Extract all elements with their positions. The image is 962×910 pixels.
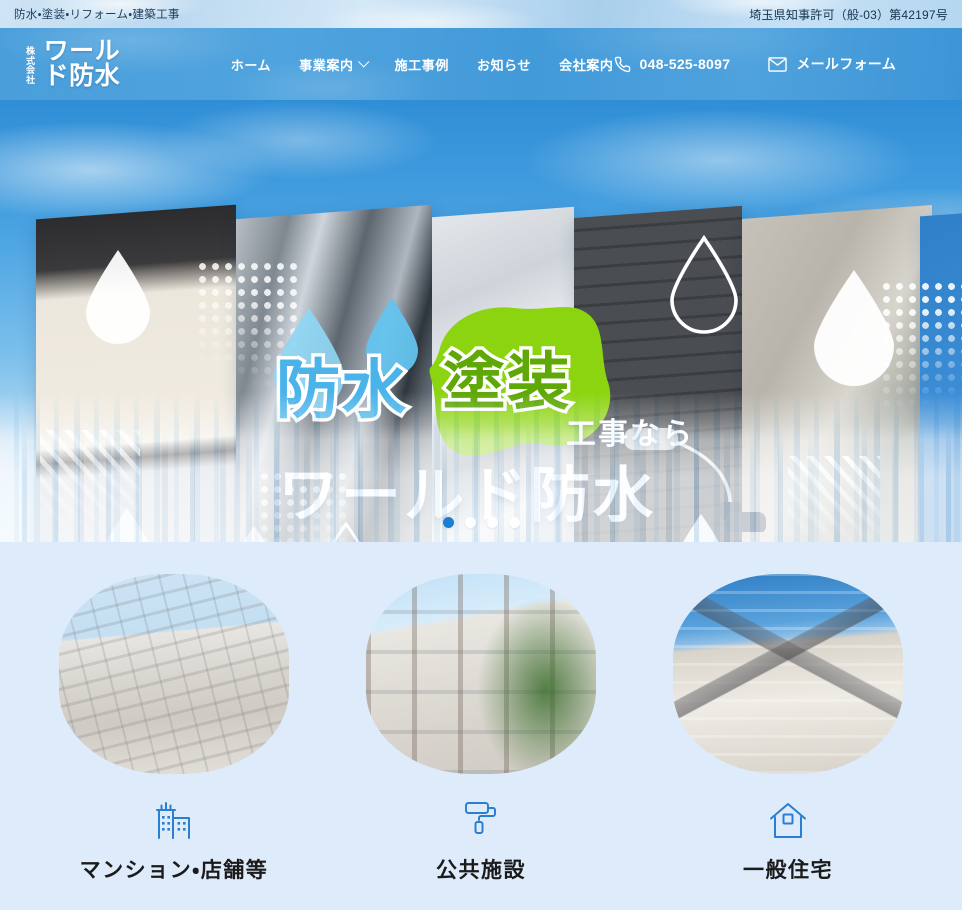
license-number: 埼玉県知事許可（般-03）第42197号	[749, 7, 948, 22]
main-navigation: ホーム 事業案内 施工事例 お知らせ 会社案内	[231, 55, 614, 74]
nav-item-company[interactable]: 会社案内	[559, 55, 613, 74]
service-card-public[interactable]: 公共施設	[351, 574, 611, 884]
hero-image-panels	[20, 204, 962, 542]
site-logo[interactable]: 株式 会社 ワールド防水	[26, 39, 145, 89]
hero-panel-blue	[920, 207, 962, 542]
carousel-dot-4[interactable]	[508, 517, 520, 528]
mail-form-link[interactable]: メールフォーム	[768, 54, 896, 74]
paint-roller-icon	[464, 800, 498, 840]
nav-item-services[interactable]: 事業案内	[299, 55, 369, 74]
service-photo-mansion-detail	[59, 574, 289, 774]
header-contact: 048-525-8097 メールフォーム	[614, 54, 896, 74]
nav-item-home[interactable]: ホーム	[231, 55, 271, 74]
envelope-icon	[768, 56, 788, 72]
logo-prefix-line1: 株式	[26, 46, 36, 66]
hero-panel-wall	[236, 204, 432, 542]
phone-number: 048-525-8097	[639, 56, 731, 72]
page-root: 防水・塗装・リフォーム・建築工事 埼玉県知事許可（般-03）第42197号 株式…	[0, 0, 962, 910]
nav-item-works[interactable]: 施工事例	[395, 55, 449, 74]
phone-icon	[614, 56, 630, 72]
carousel-pagination	[0, 517, 962, 528]
top-bar: 防水・塗装・リフォーム・建築工事 埼玉県知事許可（般-03）第42197号	[0, 0, 962, 28]
carousel-dot-1[interactable]	[442, 517, 454, 528]
hero-panel-roller	[742, 205, 932, 542]
service-photo-house	[673, 574, 903, 774]
carousel-dot-2[interactable]	[464, 517, 476, 528]
hero-panel-brick	[574, 205, 742, 542]
carousel-dot-3[interactable]	[486, 517, 498, 528]
service-photo-public-detail	[366, 574, 596, 774]
service-card-house[interactable]: 一般住宅	[658, 574, 918, 884]
service-photo-public	[366, 574, 596, 774]
logo-name: ワールド防水	[43, 37, 121, 90]
service-label-mansion: マンション・店舗等	[79, 859, 269, 882]
nav-label: 事業案内	[299, 57, 354, 73]
service-label-house: 一般住宅	[743, 859, 833, 882]
nav-label: ホーム	[230, 57, 272, 73]
mail-form-label: メールフォーム	[796, 56, 896, 72]
nav-label: 会社案内	[559, 57, 614, 73]
house-icon	[769, 800, 807, 840]
site-tagline: 防水・塗装・リフォーム・建築工事	[14, 9, 180, 21]
nav-item-news[interactable]: お知らせ	[477, 55, 531, 74]
site-header: 株式 会社 ワールド防水 ホーム 事業案内 施工事例 お知らせ 会社案内 048…	[0, 28, 962, 100]
service-label-public: 公共施設	[436, 859, 526, 882]
hero-carousel: 防水 防水 塗装 塗装 工事なら ワールド防水	[0, 100, 962, 542]
service-category-section: マンション・店舗等 公共施設 一般住宅	[0, 542, 962, 910]
service-photo-mansion	[59, 574, 289, 774]
logo-prefix-line2: 会社	[26, 65, 36, 85]
hero-panel-roof-waterproofing	[36, 204, 236, 542]
service-photo-house-detail	[673, 574, 903, 774]
nav-label: お知らせ	[476, 57, 532, 73]
hero-panel-worker	[432, 206, 574, 542]
nav-label: 施工事例	[394, 57, 449, 73]
logo-prefix: 株式 会社	[26, 47, 39, 89]
building-icon	[155, 800, 193, 840]
chevron-down-icon	[357, 56, 369, 68]
service-card-mansion[interactable]: マンション・店舗等	[44, 574, 304, 884]
phone-link[interactable]: 048-525-8097	[614, 56, 731, 73]
